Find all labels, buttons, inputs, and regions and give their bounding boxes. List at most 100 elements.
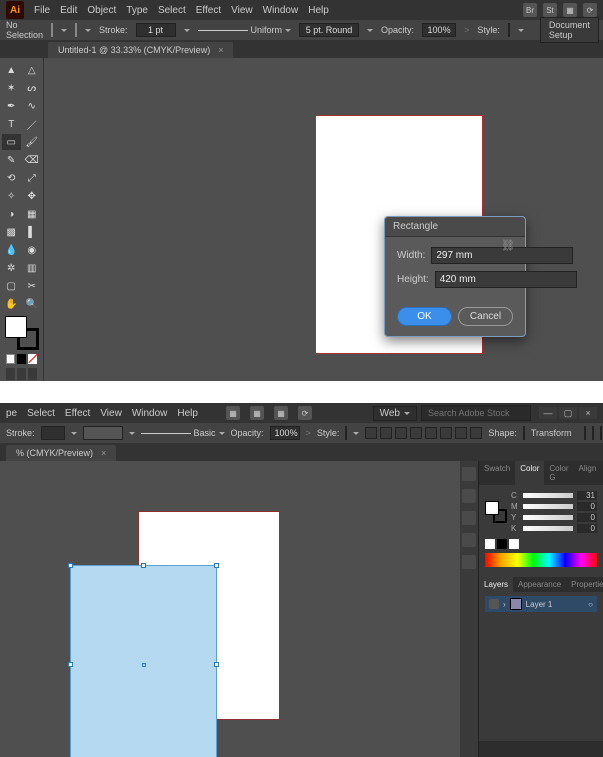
document-setup-button[interactable]: Document Setup [540,17,599,43]
menu-object[interactable]: Object [87,5,116,16]
handle-mid-left[interactable] [68,662,73,667]
hand-tool[interactable]: ✋ [2,296,21,312]
swatch-white-icon[interactable] [509,539,519,549]
menu-file[interactable]: File [34,5,50,16]
swatch-black-icon[interactable] [497,539,507,549]
type-tool[interactable]: T [2,116,21,132]
control-extra-2-icon[interactable] [592,426,594,440]
layer-row[interactable]: › Layer 1 ○ [485,596,597,612]
mesh-tool[interactable]: ▩ [2,224,21,240]
color-spectrum[interactable] [485,553,597,567]
tab-properties[interactable]: Properties [566,577,603,592]
menu-effect[interactable]: Effect [65,408,90,419]
eraser-tool[interactable]: ⌫ [23,152,42,168]
handle-top-left[interactable] [68,563,73,568]
slider-cyan[interactable] [523,493,573,498]
sync-icon[interactable]: ⟳ [298,406,312,420]
panel-strip-icon[interactable] [462,489,476,503]
selected-rectangle[interactable] [70,565,217,757]
menu-view[interactable]: View [100,408,122,419]
rectangle-tool[interactable]: ▭ [2,134,21,150]
menu-effect[interactable]: Effect [196,5,221,16]
gradient-tool[interactable]: ▌ [23,224,42,240]
paintbrush-tool[interactable]: 🖌 [23,134,42,150]
fill-color-indicator[interactable] [5,316,27,338]
panel-strip-icon[interactable] [462,555,476,569]
layer-target-icon[interactable]: ○ [588,600,593,609]
draw-behind-icon[interactable] [17,368,26,380]
perspective-grid-tool[interactable]: ▦ [23,206,42,222]
menu-type-partial[interactable]: pe [6,408,17,419]
fill-stroke-indicator[interactable] [5,316,39,350]
bridge-icon[interactable]: ▦ [226,406,240,420]
color-mode-color-icon[interactable] [6,354,15,364]
document-tab[interactable]: % (CMYK/Preview) × [6,445,116,461]
align-vcenter-icon[interactable] [425,427,437,439]
canvas[interactable]: Rectangle ⛓ Width: Height: OK Cancel [44,58,603,381]
tab-swatches[interactable]: Swatch [479,461,515,485]
menu-window[interactable]: Window [263,5,299,16]
stock-icon[interactable]: ▦ [250,406,264,420]
shaper-tool[interactable]: ✎ [2,152,21,168]
menu-edit[interactable]: Edit [60,5,77,16]
graphic-style-swatch[interactable] [345,426,347,440]
menu-window[interactable]: Window [132,408,168,419]
window-maximize-button[interactable]: ▢ [559,407,577,419]
rotate-tool[interactable]: ⟲ [2,170,21,186]
panel-fill-stroke-indicator[interactable] [485,501,507,523]
layer-expand-icon[interactable]: › [503,600,506,609]
column-graph-tool[interactable]: ▥ [23,260,42,276]
color-mode-none-icon[interactable] [28,354,37,364]
menu-type[interactable]: Type [126,5,148,16]
distribute-h-icon[interactable] [455,427,467,439]
stroke-profile-field[interactable] [83,426,123,440]
align-bottom-icon[interactable] [440,427,452,439]
panel-strip-icon[interactable] [462,467,476,481]
lasso-tool[interactable]: ᔕ [23,80,42,96]
brush-dropdown[interactable]: Basic [141,428,225,438]
control-extra-1-icon[interactable] [584,426,586,440]
shape-builder-tool[interactable]: ◑ [2,206,21,222]
color-mode-gradient-icon[interactable] [17,354,26,364]
tab-appearance[interactable]: Appearance [513,577,566,592]
arrange-docs-icon[interactable]: ▦ [563,3,577,17]
tab-color[interactable]: Color [515,461,544,485]
align-left-icon[interactable] [365,427,377,439]
handle-top-mid[interactable] [141,563,146,568]
cancel-button[interactable]: Cancel [458,307,513,326]
selection-tool[interactable]: ▲ [2,62,21,78]
channel-c-value[interactable]: 31 [577,491,597,500]
search-input[interactable] [421,405,531,421]
bridge-icon[interactable]: Br [523,3,537,17]
canvas[interactable] [0,461,460,757]
align-top-icon[interactable] [410,427,422,439]
handle-top-right[interactable] [214,563,219,568]
artboard-tool[interactable]: ▢ [2,278,21,294]
pen-tool[interactable]: ✒ [2,98,21,114]
symbol-sprayer-tool[interactable]: ✲ [2,260,21,276]
align-hcenter-icon[interactable] [380,427,392,439]
stroke-weight-field[interactable]: 1 pt [136,23,176,37]
menu-help[interactable]: Help [177,408,198,419]
distribute-v-icon[interactable] [470,427,482,439]
slider-yellow[interactable] [523,515,573,520]
brush-field[interactable]: 5 pt. Round [299,23,359,37]
tab-align[interactable]: Align [573,461,601,485]
graphic-style-swatch[interactable] [508,23,510,37]
control-extra-3-icon[interactable] [600,426,602,440]
align-right-icon[interactable] [395,427,407,439]
tab-colorguide[interactable]: Color G [544,461,573,485]
blend-tool[interactable]: ◉ [23,242,42,258]
swatch-none-icon[interactable] [485,539,495,549]
panel-strip-icon[interactable] [462,511,476,525]
zoom-tool[interactable]: 🔍 [23,296,42,312]
stroke-weight-field[interactable] [41,426,65,440]
sync-icon[interactable]: ⟳ [583,3,597,17]
panel-strip-icon[interactable] [462,533,476,547]
tab-layers[interactable]: Layers [479,577,513,592]
slider-magenta[interactable] [523,504,573,509]
channel-k-value[interactable]: 0 [577,524,597,533]
fill-swatch[interactable] [51,23,53,37]
window-minimize-button[interactable]: — [539,407,557,419]
magic-wand-tool[interactable]: ✶ [2,80,21,96]
